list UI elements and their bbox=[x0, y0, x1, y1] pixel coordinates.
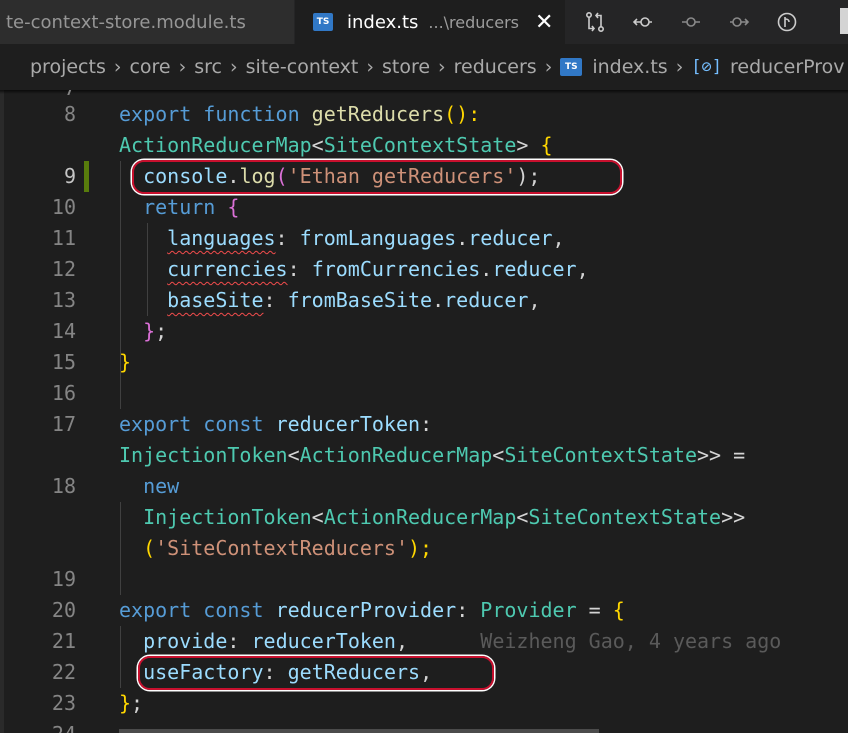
timeline-icon[interactable] bbox=[772, 7, 802, 37]
line-number: 23 bbox=[51, 691, 76, 715]
line-number: 17 bbox=[51, 412, 76, 436]
tab-title: index.ts bbox=[347, 11, 419, 33]
line-number: 19 bbox=[51, 567, 76, 591]
variable-symbol-icon: [⊘] bbox=[691, 57, 723, 77]
git-commit-icon[interactable] bbox=[676, 7, 706, 37]
tab-title: te-context-store.module.ts bbox=[6, 11, 246, 33]
typescript-file-icon: TS bbox=[560, 58, 583, 76]
code-line-21: provide: reducerToken, Weizheng Gao, 4 y… bbox=[143, 629, 782, 653]
code-line-11: languages: fromLanguages.reducer, bbox=[167, 226, 565, 250]
horizontal-scrollbar[interactable] bbox=[119, 729, 599, 733]
breadcrumb-store[interactable]: store bbox=[382, 56, 430, 78]
code-line-10: return { bbox=[143, 195, 240, 219]
line-number: 20 bbox=[51, 598, 76, 622]
code-line-15: } bbox=[119, 350, 132, 374]
code-editor[interactable]: 7 8 9 10 11 12 13 14 15 16 17 18 19 20 2… bbox=[0, 90, 848, 733]
code-line-14: }; bbox=[143, 319, 168, 343]
chevron-right-icon: › bbox=[544, 56, 553, 78]
chevron-right-icon: › bbox=[113, 56, 122, 78]
code-line-8-wrap: ActionReducerMap<SiteContextState> { bbox=[119, 133, 553, 157]
code-line-18-wrap-2: ('SiteContextReducers'); bbox=[143, 536, 433, 560]
breadcrumb: projects › core › src › site-context › s… bbox=[0, 44, 848, 90]
breadcrumb-core[interactable]: core bbox=[129, 56, 170, 78]
code-line-12: currencies: fromCurrencies.reducer, bbox=[167, 257, 589, 281]
line-number: 8 bbox=[63, 102, 76, 126]
line-number: 21 bbox=[51, 629, 76, 653]
go-forward-icon[interactable] bbox=[724, 7, 754, 37]
breadcrumb-symbol[interactable]: reducerProv bbox=[730, 56, 845, 78]
line-number: 16 bbox=[51, 381, 76, 405]
tab-index-ts[interactable]: TS index.ts ...\reducers ✕ bbox=[295, 0, 565, 44]
breadcrumb-src[interactable]: src bbox=[194, 56, 222, 78]
code-line-13: baseSite: fromBaseSite.reducer, bbox=[167, 288, 541, 312]
code-line-18-wrap: InjectionToken<ActionReducerMap<SiteCont… bbox=[143, 505, 746, 529]
code-line-17: export const reducerToken: bbox=[119, 412, 433, 436]
editor-actions bbox=[580, 0, 802, 44]
close-icon[interactable]: ✕ bbox=[535, 10, 553, 35]
code-line-9: console.log('Ethan getReducers'); bbox=[143, 164, 541, 188]
line-number: 18 bbox=[51, 474, 76, 498]
line-number: 12 bbox=[51, 257, 76, 281]
breadcrumb-site-context[interactable]: site-context bbox=[246, 56, 359, 78]
tab-site-context-store-module[interactable]: te-context-store.module.ts bbox=[0, 0, 294, 44]
tab-description: ...\reducers bbox=[428, 12, 519, 32]
line-number: 9 bbox=[63, 164, 76, 188]
code-line-17-wrap: InjectionToken<ActionReducerMap<SiteCont… bbox=[119, 443, 746, 467]
code-line-18: new bbox=[143, 474, 180, 498]
line-number: 13 bbox=[51, 288, 76, 312]
git-blame-annotation: Weizheng Gao, 4 years ago bbox=[480, 629, 782, 653]
line-number: 22 bbox=[51, 660, 76, 684]
split-editor-icon[interactable] bbox=[840, 8, 848, 34]
line-number: 15 bbox=[51, 350, 76, 374]
chevron-right-icon: › bbox=[178, 56, 187, 78]
line-number: 11 bbox=[51, 226, 76, 250]
line-number: 24 bbox=[4, 719, 76, 733]
chevron-right-icon: › bbox=[438, 56, 446, 78]
breadcrumb-file[interactable]: index.ts bbox=[592, 56, 667, 78]
go-back-icon[interactable] bbox=[628, 7, 658, 37]
typescript-file-icon: TS bbox=[313, 13, 333, 31]
git-change-indicator bbox=[84, 161, 89, 192]
breadcrumb-reducers[interactable]: reducers bbox=[454, 56, 537, 78]
chevron-right-icon: › bbox=[675, 56, 684, 78]
code-line-22: useFactory: getReducers, bbox=[143, 660, 433, 684]
breadcrumb-projects[interactable]: projects bbox=[30, 56, 106, 78]
code-line-20: export const reducerProvider: Provider =… bbox=[119, 598, 625, 622]
chevron-right-icon: › bbox=[366, 56, 374, 78]
tab-bar: te-context-store.module.ts TS index.ts .… bbox=[0, 0, 848, 44]
open-changes-icon[interactable] bbox=[580, 7, 610, 37]
code-area[interactable]: export function getReducers(): ActionRed… bbox=[119, 90, 848, 733]
line-number: 10 bbox=[51, 195, 76, 219]
code-line-23: }; bbox=[119, 691, 144, 715]
line-number: 14 bbox=[51, 319, 76, 343]
chevron-right-icon: › bbox=[229, 56, 238, 78]
code-line-8: export function getReducers(): bbox=[119, 102, 481, 126]
